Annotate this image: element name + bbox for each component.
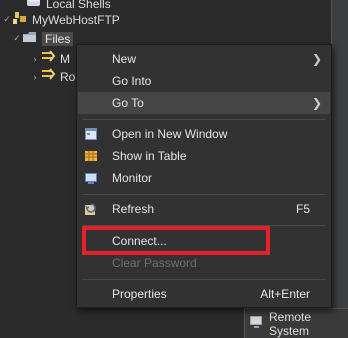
menu-separator (83, 194, 325, 195)
tree-item-connection[interactable]: ✓ MyWebHostFTP (2, 11, 120, 28)
menu-item-refresh[interactable]: Refresh F5 (78, 198, 330, 220)
menu-item-label: Go Into (112, 74, 152, 88)
remote-systems-icon (249, 315, 265, 332)
menu-item-label: Open in New Window (112, 127, 228, 141)
submenu-arrow-icon: ❯ (311, 96, 322, 110)
expanded-chevron-icon[interactable]: ✓ (12, 33, 22, 44)
filter-folder-icon (40, 50, 56, 67)
menu-item-label: Refresh (112, 202, 155, 216)
menu-item-new[interactable]: New ❯ (78, 48, 330, 70)
table-icon (84, 149, 98, 163)
tab-label: Remote System (269, 309, 312, 338)
tree-item-files[interactable]: ✓ Files (12, 30, 74, 47)
menu-item-go-into[interactable]: Go Into (78, 70, 330, 92)
filter-folder-icon (40, 68, 56, 85)
menu-item-monitor[interactable]: Monitor (78, 167, 330, 189)
connection-icon (12, 11, 28, 28)
collapsed-chevron-icon[interactable]: › (30, 72, 40, 82)
refresh-icon (84, 202, 98, 216)
shortcut-label: Alt+Enter (260, 287, 310, 301)
menu-item-clear-password: Clear Password (78, 252, 330, 274)
menu-item-label: Monitor (112, 171, 153, 185)
menu-item-label: Clear Password (112, 256, 197, 270)
remote-systems-tab[interactable]: Remote System (244, 308, 348, 338)
tree-label: Files (42, 31, 74, 46)
shortcut-label: F5 (295, 202, 310, 216)
tree-label: Local Shells (46, 0, 111, 11)
right-pane-edge (331, 0, 348, 338)
context-menu: New ❯ Go Into Go To ❯ Open in New Window… (76, 44, 332, 308)
menu-separator (83, 279, 325, 280)
tree-label: MyWebHostFTP (32, 12, 120, 27)
menu-item-show-in-table[interactable]: Show in Table (78, 145, 330, 167)
submenu-arrow-icon: ❯ (311, 52, 322, 66)
files-subsystem-icon (22, 30, 38, 47)
collapsed-chevron-icon[interactable]: › (30, 54, 40, 64)
menu-separator (83, 119, 325, 120)
menu-item-go-to[interactable]: Go To ❯ (78, 92, 330, 114)
menu-item-label: New (112, 52, 137, 66)
monitor-icon (84, 171, 98, 185)
tree-item-child-2[interactable]: › Ro (30, 68, 75, 85)
menu-item-open-in-new-window[interactable]: Open in New Window (78, 123, 330, 145)
menu-item-label: Properties (112, 287, 167, 301)
new-window-icon (84, 127, 98, 141)
tree-label: M (60, 51, 70, 66)
menu-item-properties[interactable]: Properties Alt+Enter (78, 283, 330, 305)
tree-item-child-1[interactable]: › M (30, 50, 70, 67)
connect-highlight-box (82, 226, 270, 255)
expanded-chevron-icon[interactable]: ✓ (2, 14, 12, 25)
menu-item-label: Show in Table (112, 149, 187, 163)
tree-label: Ro (60, 69, 76, 84)
menu-item-label: Go To (112, 96, 144, 110)
